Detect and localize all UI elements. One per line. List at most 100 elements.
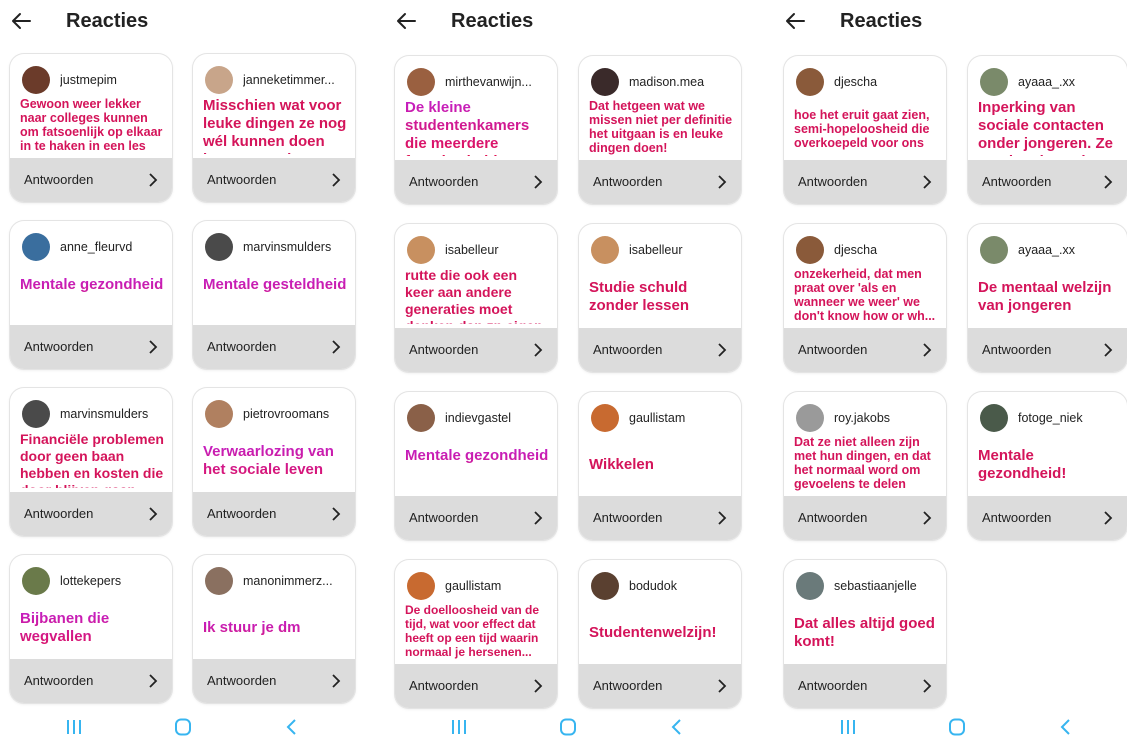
back-arrow-icon[interactable] bbox=[782, 8, 808, 34]
avatar bbox=[796, 68, 824, 96]
comment-card[interactable]: djescha onzekerheid, dat men praat over … bbox=[784, 224, 946, 372]
avatar bbox=[591, 236, 619, 264]
comment-card[interactable]: anne_fleurvd Mentale gezondheid Antwoord… bbox=[10, 221, 172, 369]
comment-text: Inperking van sociale contacten onder jo… bbox=[978, 99, 1114, 156]
chevron-right-icon bbox=[923, 511, 932, 525]
reply-button[interactable]: Antwoorden bbox=[395, 328, 557, 372]
comment-card[interactable]: fotoge_niek Mentale gezondheid! Antwoord… bbox=[968, 392, 1127, 540]
reply-button[interactable]: Antwoorden bbox=[10, 158, 172, 202]
avatar bbox=[22, 567, 50, 595]
home-icon[interactable] bbox=[173, 718, 193, 736]
avatar bbox=[205, 567, 233, 595]
comment-card[interactable]: ayaaa_.xx Inperking van sociale contacte… bbox=[968, 56, 1127, 204]
comment-card[interactable]: roy.jakobs Dat ze niet alleen zijn met h… bbox=[784, 392, 946, 540]
chevron-right-icon bbox=[1104, 175, 1113, 189]
reply-label: Antwoorden bbox=[24, 172, 94, 187]
nav-back-icon[interactable] bbox=[667, 718, 687, 736]
chevron-right-icon bbox=[149, 340, 158, 354]
reacties-screen-1: Reacties justmepim Gewoon weer lekker na… bbox=[0, 0, 375, 744]
reply-button[interactable]: Antwoorden bbox=[784, 328, 946, 372]
reply-button[interactable]: Antwoorden bbox=[968, 160, 1127, 204]
reply-button[interactable]: Antwoorden bbox=[193, 659, 355, 703]
comment-card[interactable]: marvinsmulders Mentale gesteldheid Antwo… bbox=[193, 221, 355, 369]
comment-card[interactable]: indievgastel Mentale gezondheid Antwoord… bbox=[395, 392, 557, 540]
chevron-right-icon bbox=[332, 674, 341, 688]
reply-label: Antwoorden bbox=[409, 174, 479, 189]
reply-button[interactable]: Antwoorden bbox=[193, 158, 355, 202]
username: ayaaa_.xx bbox=[1018, 243, 1075, 257]
recent-apps-icon[interactable] bbox=[64, 718, 84, 736]
avatar bbox=[407, 404, 435, 432]
comment-card[interactable]: gaullistam Wikkelen Antwoorden bbox=[579, 392, 741, 540]
reply-button[interactable]: Antwoorden bbox=[395, 160, 557, 204]
back-arrow-icon[interactable] bbox=[393, 8, 419, 34]
username: isabelleur bbox=[445, 243, 499, 257]
comment-card[interactable]: mirthevanwijn... De kleine studentenkame… bbox=[395, 56, 557, 204]
comment-card[interactable]: marvinsmulders Financiële problemen door… bbox=[10, 388, 172, 536]
chevron-right-icon bbox=[149, 674, 158, 688]
comment-card[interactable]: lottekepers Bijbanen die wegvallen Antwo… bbox=[10, 555, 172, 703]
comment-card[interactable]: pietrovroomans Verwaarlozing van het soc… bbox=[193, 388, 355, 536]
reply-button[interactable]: Antwoorden bbox=[784, 160, 946, 204]
page-title: Reacties bbox=[66, 10, 149, 32]
reply-button[interactable]: Antwoorden bbox=[10, 659, 172, 703]
comment-text: Ik stuur je dm bbox=[203, 619, 347, 655]
comment-card[interactable]: ayaaa_.xx De mentaal welzijn van jongere… bbox=[968, 224, 1127, 372]
reply-button[interactable]: Antwoorden bbox=[395, 664, 557, 708]
reply-button[interactable]: Antwoorden bbox=[579, 328, 741, 372]
reply-label: Antwoorden bbox=[24, 506, 94, 521]
reply-button[interactable]: Antwoorden bbox=[784, 664, 946, 708]
nav-back-icon[interactable] bbox=[1056, 718, 1076, 736]
username: marvinsmulders bbox=[60, 407, 149, 421]
avatar bbox=[22, 233, 50, 261]
username: pietrovroomans bbox=[243, 407, 330, 421]
recent-apps-icon[interactable] bbox=[838, 718, 858, 736]
username: justmepim bbox=[60, 73, 117, 87]
chevron-right-icon bbox=[534, 679, 543, 693]
comment-card[interactable]: isabelleur rutte die ook een keer aan an… bbox=[395, 224, 557, 372]
chevron-right-icon bbox=[923, 175, 932, 189]
chevron-right-icon bbox=[718, 511, 727, 525]
comment-card[interactable]: sebastiaanjelle Dat alles altijd goed ko… bbox=[784, 560, 946, 708]
reply-button[interactable]: Antwoorden bbox=[968, 496, 1127, 540]
recent-apps-icon[interactable] bbox=[449, 718, 469, 736]
comment-card[interactable]: janneketimmer... Misschien wat voor leuk… bbox=[193, 54, 355, 202]
comment-card[interactable]: bodudok Studentenwelzijn! Antwoorden bbox=[579, 560, 741, 708]
nav-back-icon[interactable] bbox=[282, 718, 302, 736]
comment-text: Mentale gezondheid bbox=[405, 447, 549, 492]
reply-button[interactable]: Antwoorden bbox=[968, 328, 1127, 372]
reply-button[interactable]: Antwoorden bbox=[10, 492, 172, 536]
back-arrow-icon[interactable] bbox=[8, 8, 34, 34]
reply-label: Antwoorden bbox=[593, 510, 663, 525]
comment-card[interactable]: gaullistam De doelloosheid van de tijd, … bbox=[395, 560, 557, 708]
reply-button[interactable]: Antwoorden bbox=[10, 325, 172, 369]
system-nav-bar bbox=[385, 708, 760, 744]
comment-card[interactable]: justmepim Gewoon weer lekker naar colleg… bbox=[10, 54, 172, 202]
chevron-right-icon bbox=[149, 507, 158, 521]
comment-card[interactable]: isabelleur Studie schuld zonder lessen A… bbox=[579, 224, 741, 372]
chevron-right-icon bbox=[534, 511, 543, 525]
reply-button[interactable]: Antwoorden bbox=[579, 496, 741, 540]
comment-text: Gewoon weer lekker naar colleges kunnen … bbox=[20, 97, 163, 153]
reply-label: Antwoorden bbox=[798, 174, 868, 189]
reply-label: Antwoorden bbox=[409, 510, 479, 525]
username: bodudok bbox=[629, 579, 677, 593]
reply-button[interactable]: Antwoorden bbox=[579, 664, 741, 708]
reply-button[interactable]: Antwoorden bbox=[579, 160, 741, 204]
reply-button[interactable]: Antwoorden bbox=[395, 496, 557, 540]
comment-card[interactable]: manonimmerz... Ik stuur je dm Antwoorden bbox=[193, 555, 355, 703]
home-icon[interactable] bbox=[947, 718, 967, 736]
reply-button[interactable]: Antwoorden bbox=[784, 496, 946, 540]
comment-card[interactable]: madison.mea Dat hetgeen wat we missen ni… bbox=[579, 56, 741, 204]
reply-button[interactable]: Antwoorden bbox=[193, 325, 355, 369]
reply-button[interactable]: Antwoorden bbox=[193, 492, 355, 536]
reply-label: Antwoorden bbox=[207, 673, 277, 688]
avatar bbox=[591, 404, 619, 432]
home-icon[interactable] bbox=[558, 718, 578, 736]
comment-text: hoe het eruit gaat zien, semi-hopelooshe… bbox=[794, 108, 930, 150]
username: djescha bbox=[834, 75, 878, 89]
comment-card[interactable]: djescha hoe het eruit gaat zien, semi-ho… bbox=[784, 56, 946, 204]
reply-label: Antwoorden bbox=[593, 174, 663, 189]
reply-label: Antwoorden bbox=[798, 510, 868, 525]
reply-label: Antwoorden bbox=[24, 673, 94, 688]
